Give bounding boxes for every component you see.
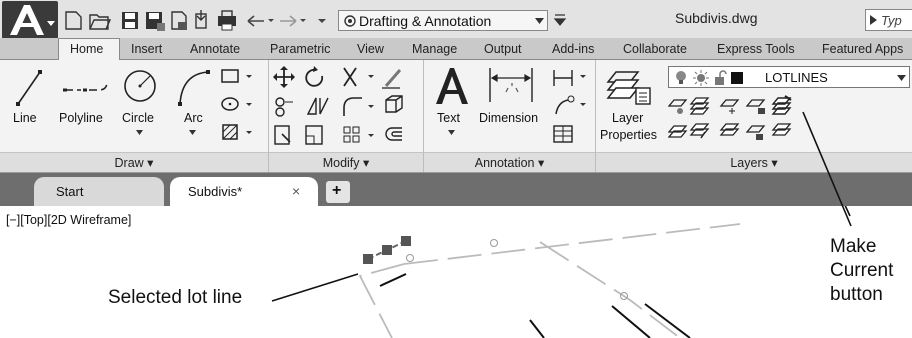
selected-lot-line-callout: Selected lot line [108,287,243,308]
make-current-callout: button [830,284,883,305]
make-current-callout: Current [830,260,894,281]
make-current-callout: Make [830,236,877,257]
